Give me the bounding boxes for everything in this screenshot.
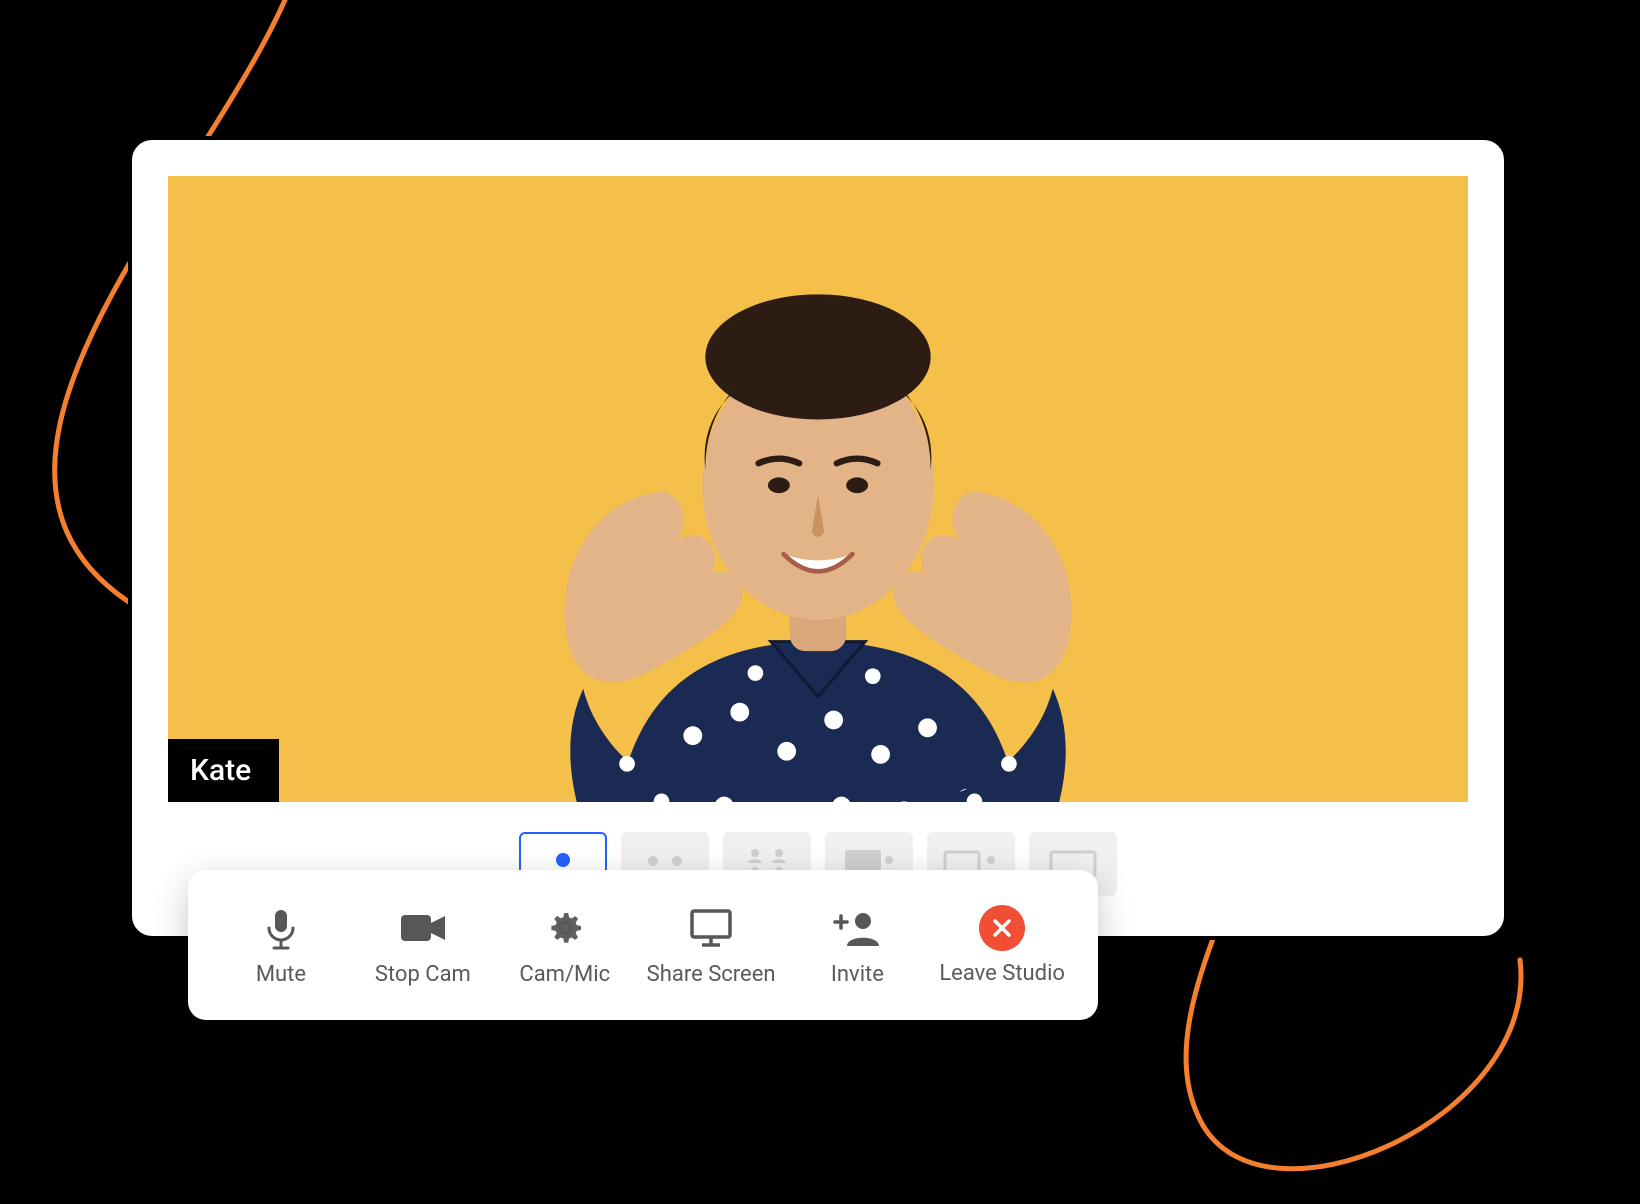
gear-icon (541, 904, 589, 952)
screen-share-icon (687, 904, 735, 952)
cam-mic-settings-button[interactable]: Cam/Mic (505, 904, 625, 987)
add-person-icon (833, 904, 881, 952)
leave-studio-button[interactable]: Leave Studio (939, 905, 1065, 986)
invite-button[interactable]: Invite (797, 904, 917, 987)
leave-studio-label: Leave Studio (939, 961, 1065, 986)
microphone-icon (257, 904, 305, 952)
close-icon (979, 905, 1025, 951)
cam-mic-label: Cam/Mic (519, 962, 610, 987)
control-toolbar: Mute Stop Cam Cam/Mic Share Scre (188, 870, 1098, 1020)
share-screen-button[interactable]: Share Screen (647, 904, 776, 987)
studio-window: Kate (128, 136, 1508, 940)
participant-name-badge: Kate (168, 739, 279, 802)
share-screen-label: Share Screen (647, 962, 776, 987)
participant-name-label: Kate (190, 753, 251, 788)
camera-icon (399, 904, 447, 952)
stop-cam-button[interactable]: Stop Cam (363, 904, 483, 987)
mute-button[interactable]: Mute (221, 904, 341, 987)
invite-label: Invite (831, 962, 884, 987)
stop-cam-label: Stop Cam (375, 962, 471, 987)
main-video-area: Kate (168, 176, 1468, 802)
participant-video (363, 176, 1273, 802)
mute-label: Mute (256, 962, 306, 987)
